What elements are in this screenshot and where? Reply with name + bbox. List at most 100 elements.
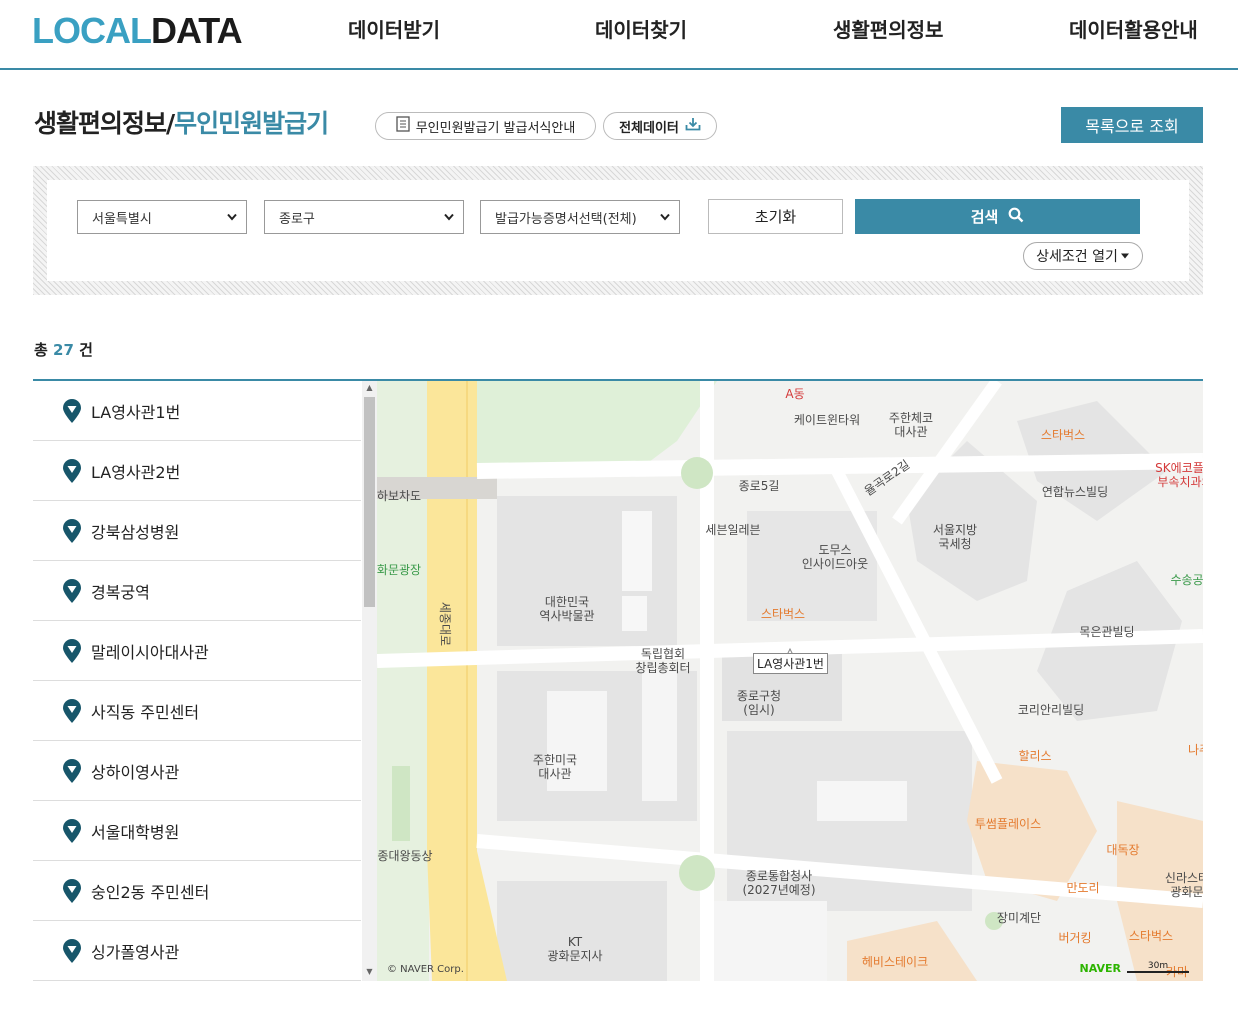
reset-button[interactable]: 초기화	[708, 199, 843, 234]
page-title-sub: 무인민원발급기	[174, 109, 329, 138]
result-list-item-label: 서울대학병원	[91, 822, 180, 842]
result-list-scrollbar[interactable]: ▲ ▼	[362, 381, 377, 981]
map-poi-label[interactable]: 스타벅스	[761, 607, 805, 621]
chevron-down-icon	[659, 210, 671, 228]
certificate-select[interactable]: 발급가능증명서선택(전체)	[480, 200, 680, 234]
map-poi-label[interactable]: 종대왕동상	[377, 849, 432, 863]
document-icon	[396, 116, 410, 136]
result-list-item-label: 싱가폴영사관	[91, 942, 180, 962]
scroll-up-arrow-icon[interactable]: ▲	[362, 383, 377, 395]
location-pin-icon	[61, 938, 83, 964]
scroll-down-arrow-icon[interactable]: ▼	[362, 967, 377, 979]
map-poi-label[interactable]: 신라스테 광화문	[1165, 871, 1203, 899]
full-data-label: 전체데이터	[619, 120, 679, 136]
result-list-item-label: 숭인2동 주민센터	[91, 882, 210, 902]
result-list-item-label: LA영사관2번	[91, 462, 181, 482]
location-pin-icon	[61, 578, 83, 604]
site-logo[interactable]: LOCALDATA	[32, 10, 243, 52]
map-poi-label[interactable]: 종로5길	[739, 479, 780, 493]
result-list-item[interactable]: 강북삼성병원	[33, 501, 361, 561]
map-poi-label[interactable]: 장미계단	[997, 911, 1041, 925]
map-poi-label[interactable]: 연합뉴스빌딩	[1042, 485, 1108, 499]
site-header: LOCALDATA 데이터받기 데이터찾기 생활편의정보 데이터활용안내	[0, 0, 1238, 70]
map-poi-label[interactable]: 나주	[1188, 743, 1203, 757]
result-list-item-label: LA영사관1번	[91, 402, 181, 422]
result-list-item[interactable]: 서울대학병원	[33, 801, 361, 861]
result-list-item[interactable]: 말레이시아대사관	[33, 621, 361, 681]
map-poi-label[interactable]: 헤비스테이크	[862, 955, 928, 969]
search-button-label: 검색	[970, 208, 999, 226]
map-poi-label[interactable]: 주한체코 대사관	[889, 411, 933, 439]
result-list: LA영사관1번 LA영사관2번강북삼성병원경복궁역말레이시아대사관사직동 주민센터…	[33, 381, 363, 981]
region-select-value: 서울특별시	[92, 211, 152, 227]
page-title-main: 생활편의정보/	[34, 109, 175, 138]
logo-local-text: LOCAL	[32, 10, 152, 51]
district-select[interactable]: 종로구	[264, 200, 464, 234]
map-copyright: © NAVER Corp.	[387, 964, 464, 975]
result-list-item[interactable]: 숭인2동 주민센터	[33, 861, 361, 921]
location-pin-icon	[61, 758, 83, 784]
nav-download-data[interactable]: 데이터받기	[348, 14, 440, 43]
naver-logo[interactable]: NAVER	[1080, 962, 1121, 975]
result-list-item-label: 말레이시아대사관	[91, 642, 209, 662]
map-scale-bar: 30m	[1127, 961, 1189, 973]
map-poi-label[interactable]: 종로구청 (임시)	[737, 689, 781, 717]
result-list-item[interactable]: 사직동 주민센터	[33, 681, 361, 741]
form-guide-button[interactable]: 무인민원발급기 발급서식안내	[375, 112, 596, 140]
certificate-select-value: 발급가능증명서선택(전체)	[495, 211, 637, 227]
result-list-item[interactable]: 경복궁역	[33, 561, 361, 621]
form-guide-label: 무인민원발급기 발급서식안내	[415, 120, 576, 136]
result-list-item[interactable]: 상하이영사관	[33, 741, 361, 801]
result-list-item[interactable]: LA영사관2번	[33, 441, 361, 501]
map-view[interactable]: A동케이트윈타워주한체코 대사관스타벅스SK에코플랜 부속치과의연합뉴스빌딩종로…	[377, 381, 1203, 981]
map-poi-label[interactable]: 수송공	[1170, 573, 1203, 587]
nav-find-data[interactable]: 데이터찾기	[595, 14, 687, 43]
map-poi-label[interactable]: 화문광장	[377, 563, 421, 577]
result-list-item-label: 강북삼성병원	[91, 522, 180, 542]
result-list-item[interactable]: 싱가폴영사관	[33, 921, 361, 981]
result-list-item[interactable]: LA영사관1번	[33, 381, 361, 441]
location-pin-icon	[61, 878, 83, 904]
map-poi-label[interactable]: 서울지방 국세청	[933, 523, 977, 551]
detail-conditions-label: 상세조건 열기	[1036, 249, 1118, 265]
map-marker-label[interactable]: LA영사관1번	[753, 653, 828, 674]
search-button[interactable]: 검색	[855, 199, 1140, 234]
map-poi-label[interactable]: 코리안리빌딩	[1018, 703, 1084, 717]
result-count-value: 27	[53, 341, 74, 359]
map-poi-label[interactable]: 할리스	[1018, 749, 1051, 763]
map-poi-label[interactable]: 목은관빌딩	[1079, 625, 1134, 639]
map-poi-label[interactable]: 버거킹	[1058, 931, 1091, 945]
map-poi-label[interactable]: A동	[785, 387, 804, 401]
location-pin-icon	[61, 398, 83, 424]
map-poi-label[interactable]: 세븐일레븐	[705, 523, 760, 537]
page-title: 생활편의정보/무인민원발급기	[34, 104, 329, 140]
detail-conditions-toggle[interactable]: 상세조건 열기	[1023, 242, 1143, 270]
map-poi-label[interactable]: 독립협회 창립총회터	[635, 647, 690, 675]
map-poi-label[interactable]: 케이트윈타워	[794, 413, 860, 427]
map-poi-label[interactable]: KT 광화문지사	[547, 935, 602, 963]
map-poi-label[interactable]: 투썸플레이스	[975, 817, 1041, 831]
map-poi-label[interactable]: 대독장	[1106, 843, 1139, 857]
map-poi-label[interactable]: 대한민국 역사박물관	[539, 595, 594, 623]
chevron-down-icon	[226, 210, 238, 228]
map-poi-label[interactable]: 주한미국 대사관	[533, 753, 577, 781]
nav-convenience-info[interactable]: 생활편의정보	[833, 14, 943, 43]
list-view-button[interactable]: 목록으로 조회	[1061, 107, 1203, 143]
full-data-button[interactable]: 전체데이터	[603, 112, 717, 140]
map-poi-label[interactable]: 스타벅스	[1129, 929, 1173, 943]
result-list-item-label: 상하이영사관	[91, 762, 180, 782]
map-poi-label[interactable]: 종로통합청사 (2027년예정)	[742, 869, 815, 897]
location-pin-icon	[61, 458, 83, 484]
map-poi-label[interactable]: 하보차도	[377, 489, 421, 503]
map-poi-label[interactable]: 세종대로	[438, 602, 452, 646]
download-icon	[685, 117, 701, 135]
scroll-thumb[interactable]	[364, 397, 375, 607]
map-poi-label[interactable]: 스타벅스	[1041, 428, 1085, 442]
result-list-item-label: 사직동 주민센터	[91, 702, 200, 722]
map-poi-label[interactable]: 도무스 인사이드아웃	[802, 543, 868, 571]
nav-usage-guide[interactable]: 데이터활용안내	[1069, 14, 1198, 43]
map-poi-label[interactable]: SK에코플랜 부속치과의	[1155, 461, 1203, 489]
location-pin-icon	[61, 518, 83, 544]
region-select[interactable]: 서울특별시	[77, 200, 247, 234]
map-poi-label[interactable]: 만도리	[1066, 881, 1099, 895]
